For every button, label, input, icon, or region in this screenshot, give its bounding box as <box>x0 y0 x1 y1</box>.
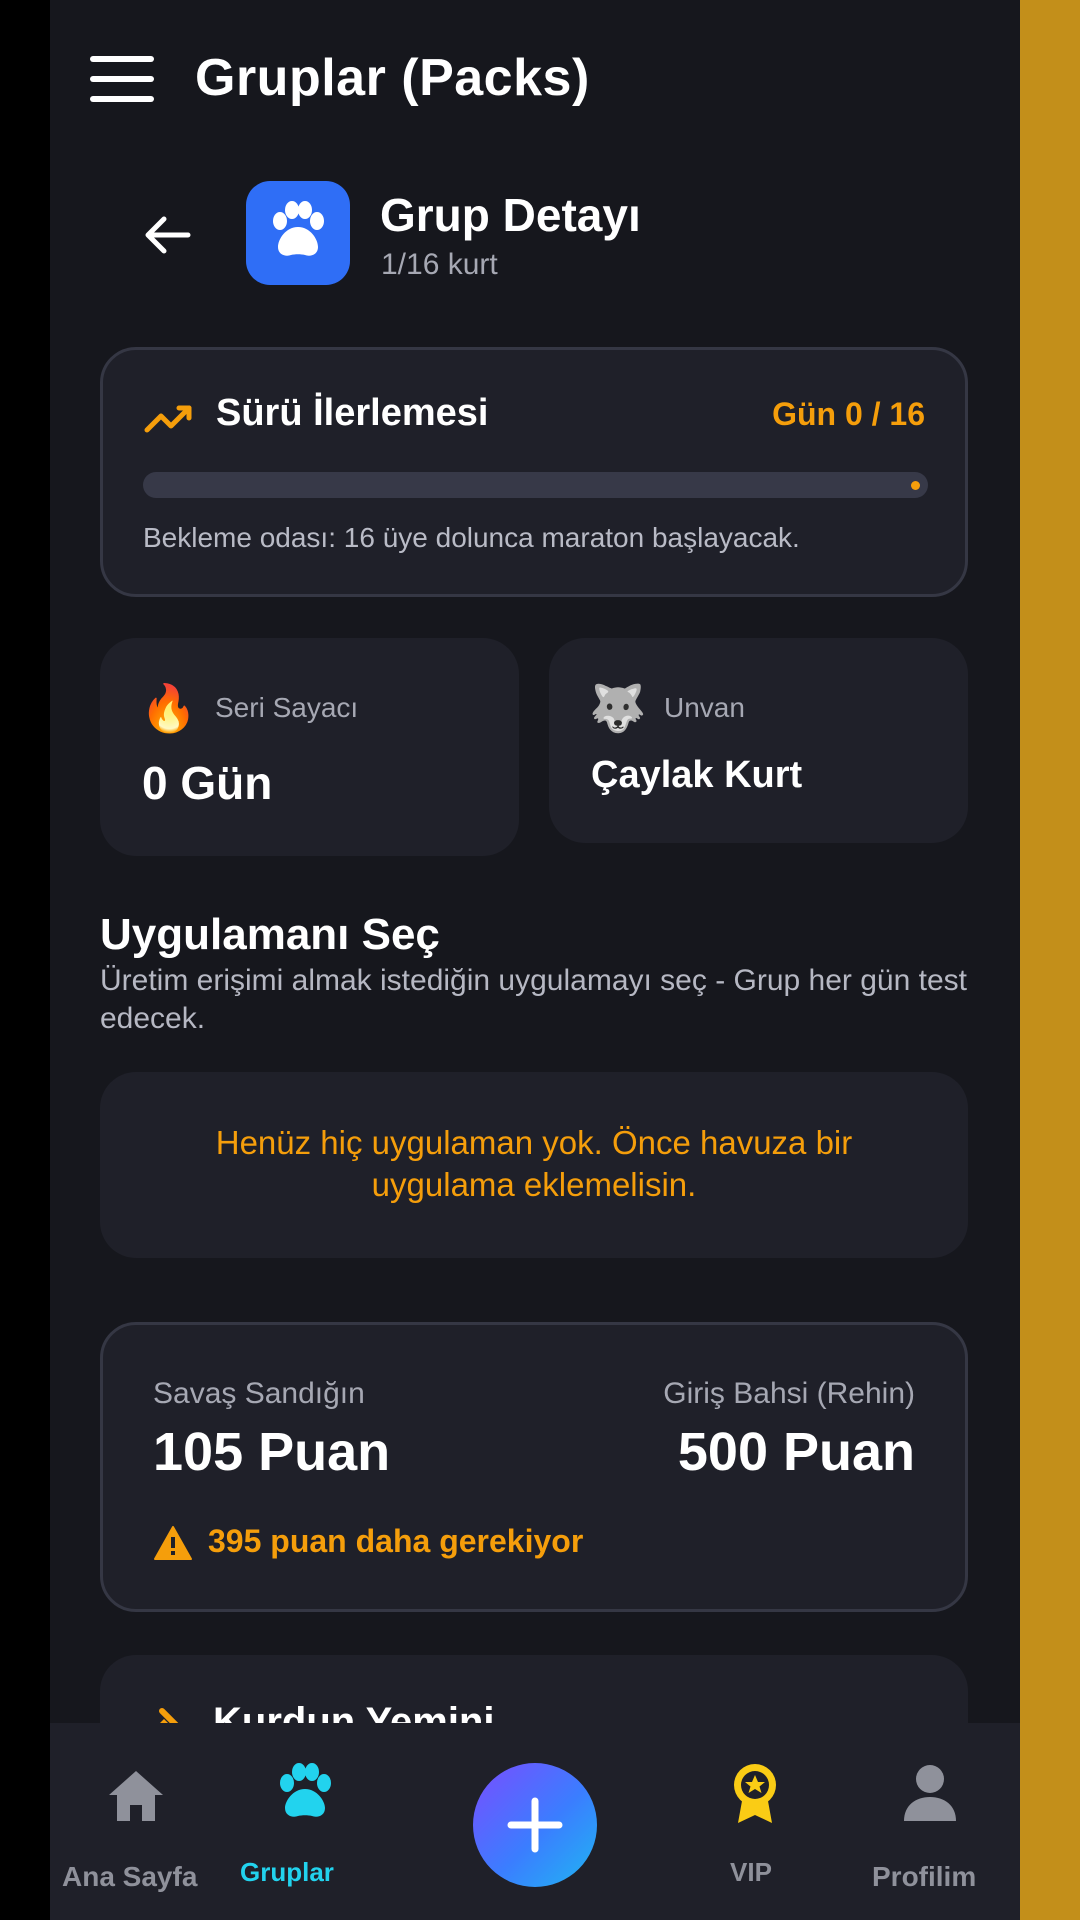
vip-badge-icon <box>734 1764 776 1823</box>
streak-label: Seri Sayacı <box>215 692 359 723</box>
group-avatar <box>246 181 350 285</box>
entry-stake-value: 500 Puan <box>677 1422 915 1482</box>
plus-icon <box>507 1797 563 1853</box>
warning-icon <box>153 1525 193 1561</box>
back-arrow-icon[interactable] <box>138 205 198 265</box>
rank-label: Unvan <box>664 692 745 723</box>
person-icon <box>904 1765 956 1821</box>
nav-label-home: Ana Sayfa <box>62 1861 198 1892</box>
nav-label-vip: VIP <box>730 1857 772 1887</box>
war-chest-card: Savaş Sandığın 105 Puan Giriş Bahsi (Reh… <box>100 1322 968 1612</box>
paw-icon <box>273 201 324 256</box>
left-edge <box>0 0 50 1920</box>
waiting-room-note: Bekleme odası: 16 üye dolunca maraton ba… <box>143 522 800 553</box>
rank-card: 🐺 Unvan Çaylak Kurt <box>549 638 968 843</box>
streak-value: 0 Gün <box>142 757 273 809</box>
nav-label-groups: Gruplar <box>240 1857 334 1887</box>
progress-title: Sürü İlerlemesi <box>216 392 489 434</box>
home-icon <box>109 1771 163 1821</box>
day-counter: Gün 0 / 16 <box>772 396 925 432</box>
group-title: Grup Detayı <box>380 189 641 241</box>
empty-apps-message: Henüz hiç uygulaman yok. Önce havuza bir… <box>215 1124 853 1203</box>
menu-icon[interactable] <box>90 56 154 102</box>
top-app-bar: Gruplar (Packs) <box>50 0 1020 160</box>
member-count: 1/16 kurt <box>381 248 498 281</box>
app-screen: Gruplar (Packs) Grup Detayı 1/16 kurt Sü… <box>50 0 1020 1920</box>
streak-card: 🔥 Seri Sayacı 0 Gün <box>100 638 519 856</box>
pack-progress-card: Sürü İlerlemesi Gün 0 / 16 Bekleme odası… <box>100 347 968 597</box>
add-button[interactable] <box>473 1763 597 1887</box>
nav-item-home[interactable]: Ana Sayfa <box>50 1723 220 1920</box>
app-select-description: Üretim erişimi almak istediğin uygulamay… <box>100 964 967 1035</box>
page-title: Gruplar (Packs) <box>195 49 590 107</box>
app-select-title: Uygulamanı Seç <box>100 910 440 959</box>
entry-stake-label: Giriş Bahsi (Rehin) <box>663 1377 915 1410</box>
empty-apps-card: Henüz hiç uygulaman yok. Önce havuza bir… <box>100 1072 968 1258</box>
rank-value: Çaylak Kurt <box>591 754 803 796</box>
war-chest-label: Savaş Sandığın <box>153 1377 365 1410</box>
nav-item-profile[interactable]: Profilim <box>840 1723 1020 1920</box>
war-chest-value: 105 Puan <box>153 1422 391 1482</box>
bottom-navigation: Ana Sayfa Gruplar VIP Profilim <box>50 1723 1020 1920</box>
nav-label-profile: Profilim <box>872 1861 977 1892</box>
paw-icon <box>280 1763 331 1817</box>
points-needed-warning: 395 puan daha gerekiyor <box>208 1523 584 1559</box>
fire-icon: 🔥 <box>140 682 198 734</box>
progress-bar <box>143 472 928 498</box>
nav-item-vip[interactable]: VIP <box>670 1723 840 1920</box>
progress-end-dot <box>911 481 920 490</box>
wolf-icon: 🐺 <box>589 682 647 734</box>
nav-item-groups[interactable]: Gruplar <box>220 1723 390 1920</box>
trending-up-icon <box>143 398 195 438</box>
